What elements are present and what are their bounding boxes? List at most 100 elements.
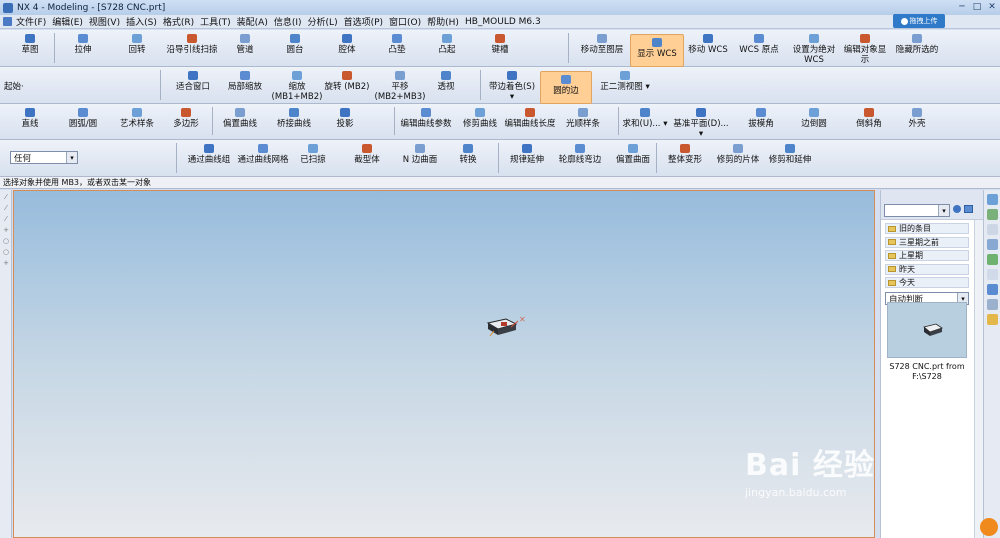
surface-button-11[interactable]: 修剪和延伸 xyxy=(764,144,816,165)
surface-button-1[interactable]: 通过曲线网格 xyxy=(236,144,290,165)
feature-button-8[interactable]: 凸起 xyxy=(422,34,472,55)
circle-tool-icon[interactable]: ○ xyxy=(2,237,10,245)
curve-button-10[interactable]: 光顺样条 xyxy=(558,108,608,129)
feature-button-9[interactable]: 键槽 xyxy=(472,34,528,55)
curve-button-11[interactable]: 求和(U)... ▾ xyxy=(622,108,668,129)
feature-button-2[interactable]: 回转 xyxy=(112,34,162,55)
history-filter-dropdown[interactable]: ▾ xyxy=(884,204,950,217)
surface-button-3[interactable]: 截型体 xyxy=(342,144,392,165)
assembly-navigator-icon[interactable] xyxy=(987,194,998,205)
curve-button-12[interactable]: 基准平面(D)... ▾ xyxy=(672,108,730,139)
point-tool-icon[interactable]: + xyxy=(2,226,10,234)
feature-button-14[interactable]: 设置为绝对 WCS xyxy=(787,34,841,65)
cloud-upload-button[interactable]: 拖拽上传 xyxy=(893,14,945,28)
history-folder-0[interactable]: 旧的条目 xyxy=(885,223,969,234)
feature-button-0[interactable]: 草图 xyxy=(8,34,52,55)
curve-button-14[interactable]: 边倒圆 xyxy=(790,108,838,129)
surface-button-7[interactable]: 轮廓线弯边 xyxy=(554,144,606,165)
line-tool-icon[interactable]: ⁄ xyxy=(2,204,10,212)
curve-button-8[interactable]: 修剪曲线 xyxy=(458,108,502,129)
feature-button-13[interactable]: WCS 原点 xyxy=(734,34,784,55)
roles-icon[interactable] xyxy=(987,314,998,325)
surface-button-4[interactable]: N 边曲面 xyxy=(396,144,444,165)
system-materials-icon[interactable] xyxy=(987,254,998,265)
feature-button-10[interactable]: 移动至图层 xyxy=(574,34,630,55)
menu-item-0[interactable]: 文件(F) xyxy=(16,15,46,28)
corner-badge-icon[interactable] xyxy=(980,518,998,536)
curve-button-2[interactable]: 艺术样条 xyxy=(110,108,164,129)
menu-item-8[interactable]: 分析(L) xyxy=(308,15,338,28)
reuse-library-icon[interactable] xyxy=(987,224,998,235)
refresh-icon[interactable] xyxy=(953,205,961,213)
menu-item-4[interactable]: 格式(R) xyxy=(163,15,194,28)
history-folder-1[interactable]: 三星期之前 xyxy=(885,236,969,248)
palette-icon[interactable] xyxy=(987,284,998,295)
cross-tool-icon[interactable]: + xyxy=(2,259,10,267)
menu-item-10[interactable]: 窗口(O) xyxy=(389,15,421,28)
part-model[interactable] xyxy=(484,317,520,337)
circle-tool-icon[interactable]: ○ xyxy=(2,248,10,256)
view-button-1[interactable]: 局部缩放 xyxy=(222,71,268,92)
surface-button-6[interactable]: 规律延伸 xyxy=(502,144,552,165)
feature-button-16[interactable]: 隐藏所选的 xyxy=(890,34,944,55)
view-button-2[interactable]: 缩放 (MB1+MB2) xyxy=(272,71,322,102)
surface-button-5[interactable]: 转换 xyxy=(446,144,490,165)
feature-button-11[interactable]: 显示 WCS xyxy=(630,34,684,67)
menu-item-7[interactable]: 信息(I) xyxy=(274,15,302,28)
view-button-4[interactable]: 平移 (MB2+MB3) xyxy=(374,71,426,102)
menu-item-3[interactable]: 插入(S) xyxy=(126,15,157,28)
feature-button-3[interactable]: 沿导引线扫掠 xyxy=(162,34,222,55)
curve-button-16[interactable]: 外壳 xyxy=(896,108,938,129)
curve-button-0[interactable]: 直线 xyxy=(6,108,54,129)
part-navigator-icon[interactable] xyxy=(987,209,998,220)
feature-button-6[interactable]: 腔体 xyxy=(322,34,372,55)
curve-button-15[interactable]: 倒斜角 xyxy=(846,108,892,129)
feature-button-15[interactable]: 编辑对象显示 xyxy=(840,34,890,65)
menu-item-6[interactable]: 装配(A) xyxy=(237,15,268,28)
view-button-5[interactable]: 透视 xyxy=(426,71,466,92)
menu-item-11[interactable]: 帮助(H) xyxy=(427,15,459,28)
curve-button-1[interactable]: 圆弧/圆 xyxy=(58,108,108,129)
surface-button-8[interactable]: 偏置曲面 xyxy=(608,144,658,165)
surface-button-0[interactable]: 通过曲线组 xyxy=(184,144,234,165)
line-tool-icon[interactable]: ⁄ xyxy=(2,215,10,223)
surface-button-2[interactable]: 已扫掠 xyxy=(290,144,336,165)
curve-button-3[interactable]: 多边形 xyxy=(164,108,208,129)
history-folder-3[interactable]: 昨天 xyxy=(885,263,969,275)
start-menu-button[interactable]: 起始· xyxy=(4,80,24,92)
menu-item-2[interactable]: 视图(V) xyxy=(89,15,120,28)
curve-button-5[interactable]: 桥接曲线 xyxy=(270,108,318,129)
feature-button-5[interactable]: 圆台 xyxy=(272,34,318,55)
curve-button-6[interactable]: 投影 xyxy=(320,108,370,129)
window-icon[interactable] xyxy=(964,205,973,213)
web-browser-icon[interactable] xyxy=(987,269,998,280)
history-folder-4[interactable]: 今天 xyxy=(885,277,969,288)
feature-button-4[interactable]: 管道 xyxy=(222,34,268,55)
close-button[interactable]: ✕ xyxy=(986,1,998,13)
menu-item-5[interactable]: 工具(T) xyxy=(200,15,231,28)
part-preview[interactable] xyxy=(887,302,967,358)
minimize-button[interactable]: ─ xyxy=(956,1,968,13)
view-button-0[interactable]: 适合窗口 xyxy=(168,71,218,92)
surface-button-10[interactable]: 修剪的片体 xyxy=(712,144,764,165)
process-studio-icon[interactable] xyxy=(987,299,998,310)
view-button-3[interactable]: 旋转 (MB2) xyxy=(322,71,372,92)
history-folder-2[interactable]: 上星期 xyxy=(885,250,969,261)
feature-button-1[interactable]: 拉伸 xyxy=(58,34,108,55)
menu-item-12[interactable]: HB_MOULD M6.3 xyxy=(465,17,541,27)
line-tool-icon[interactable]: ⁄ xyxy=(2,193,10,201)
view-button-7[interactable]: 圆的边 xyxy=(540,71,592,104)
history-icon[interactable] xyxy=(987,239,998,250)
menu-item-9[interactable]: 首选项(P) xyxy=(344,15,383,28)
view-button-6[interactable]: 带边着色(S) ▾ xyxy=(486,71,538,102)
maximize-button[interactable]: □ xyxy=(971,1,983,13)
curve-button-7[interactable]: 编辑曲线参数 xyxy=(398,108,454,129)
curve-button-4[interactable]: 偏置曲线 xyxy=(216,108,264,129)
menu-item-1[interactable]: 编辑(E) xyxy=(52,15,83,28)
surface-button-9[interactable]: 整体变形 xyxy=(662,144,708,165)
curve-button-9[interactable]: 编辑曲线长度 xyxy=(504,108,556,129)
feature-button-7[interactable]: 凸垫 xyxy=(372,34,422,55)
feature-button-12[interactable]: 移动 WCS xyxy=(682,34,734,55)
selection-filter-dropdown[interactable]: 任何 ▾ xyxy=(10,151,78,164)
view-button-8[interactable]: 正二测视图 ▾ xyxy=(596,71,654,92)
